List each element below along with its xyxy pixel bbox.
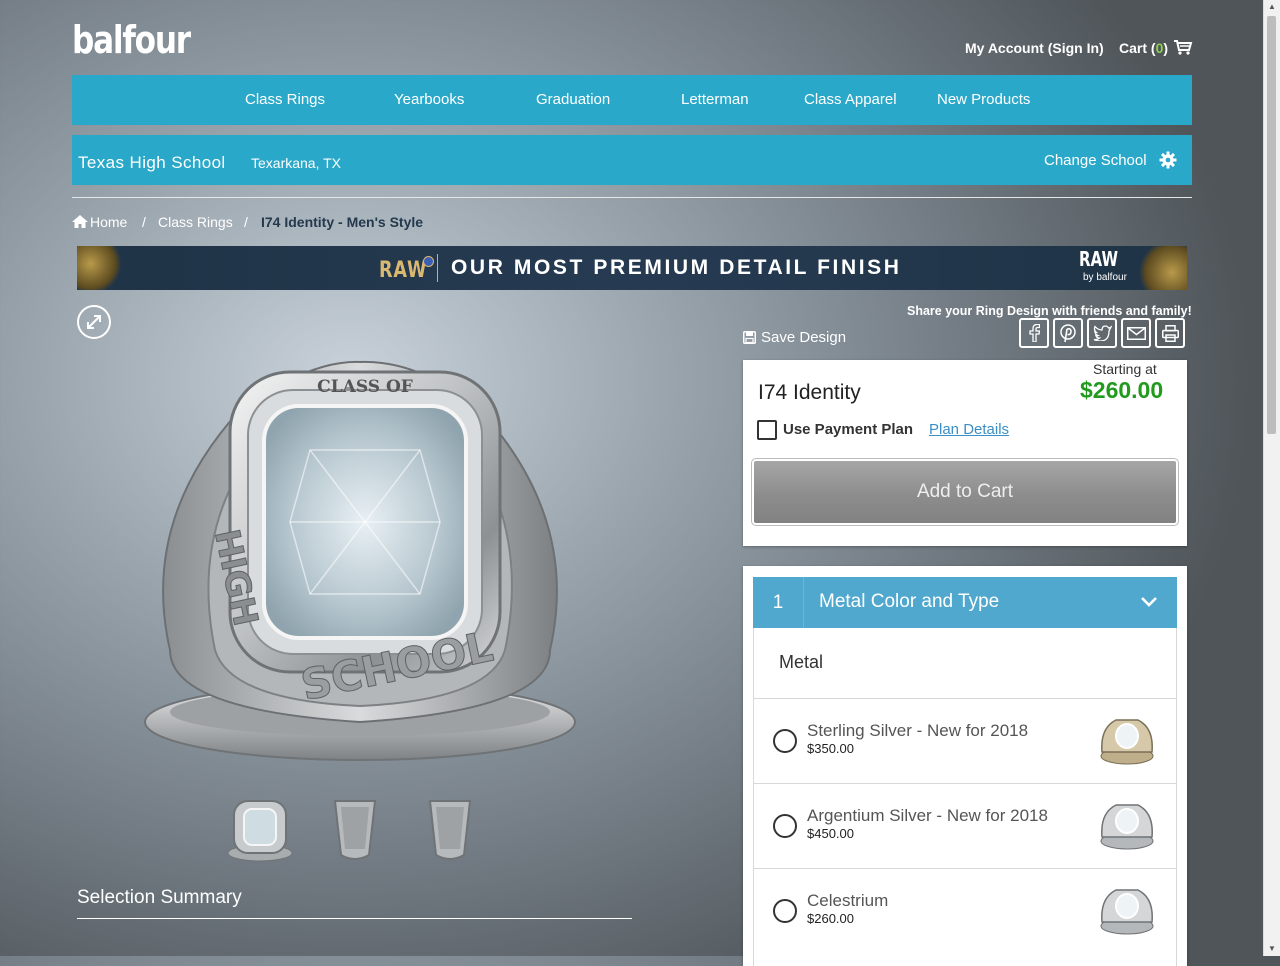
option-divider [754, 698, 1176, 699]
gear-icon[interactable] [1159, 151, 1177, 169]
ring-thumbnail-front[interactable] [222, 795, 298, 865]
share-facebook-button[interactable] [1019, 318, 1049, 348]
banner-divider [437, 254, 438, 282]
nav-graduation[interactable]: Graduation [536, 91, 610, 108]
banner-brand-raw: RAW [1079, 247, 1119, 271]
step-number: 1 [772, 592, 784, 613]
school-bar: Texas High School Texarkana, TX Change S… [72, 135, 1192, 185]
expand-view-button[interactable] [77, 305, 111, 339]
nav-class-rings[interactable]: Class Rings [245, 91, 325, 108]
add-to-cart-button[interactable]: Add to Cart [751, 458, 1179, 526]
share-prompt: Share your Ring Design with friends and … [907, 304, 1192, 318]
expand-arrows-icon [87, 315, 101, 329]
share-twitter-button[interactable] [1087, 318, 1117, 348]
ring-thumbnail-right-side[interactable] [412, 795, 488, 865]
selection-summary-title: Selection Summary [77, 887, 242, 908]
page-scrollbar[interactable]: ▲ ▼ [1263, 0, 1280, 956]
banner-texture-left [77, 246, 122, 290]
metal-thumbnail-celestrium [1100, 889, 1154, 935]
step-number-divider [803, 577, 804, 628]
nav-yearbooks[interactable]: Yearbooks [394, 91, 464, 108]
banner-texture-right [1137, 246, 1187, 290]
breadcrumb-class-rings[interactable]: Class Rings [158, 214, 233, 230]
metal-radio-sterling-silver[interactable] [773, 729, 797, 753]
cart-link[interactable]: Cart (0) [1119, 40, 1168, 56]
email-icon [1127, 327, 1146, 340]
ring-class-of-text: CLASS OF [317, 377, 413, 397]
metal-radio-argentium-silver[interactable] [773, 814, 797, 838]
cart-icon[interactable] [1173, 39, 1193, 55]
metal-thumbnail-argentium-silver [1100, 804, 1154, 850]
breadcrumb-current: I74 Identity - Men's Style [261, 214, 424, 230]
ring-main-image[interactable]: CLASS OF SCHOOL HIGH [130, 350, 590, 770]
product-name: I74 Identity [758, 381, 861, 404]
header-divider [72, 197, 1192, 198]
metal-option-price: $260.00 [807, 911, 854, 926]
raw-finish-banner[interactable]: RAW OUR MOST PREMIUM DETAIL FINISH RAW b… [77, 246, 1187, 290]
product-card: I74 Identity Starting at $260.00 Use Pay… [743, 360, 1187, 546]
payment-plan-label[interactable]: Use Payment Plan [783, 421, 913, 438]
payment-plan-checkbox[interactable] [757, 420, 777, 440]
metal-section-label: Metal [779, 652, 824, 672]
metal-thumbnail-sterling-silver [1100, 719, 1154, 765]
selection-summary-divider [77, 918, 632, 919]
pinterest-icon [1060, 324, 1076, 343]
share-email-button[interactable] [1121, 318, 1151, 348]
share-print-button[interactable] [1155, 318, 1185, 348]
home-icon[interactable] [72, 215, 88, 228]
metal-step-header[interactable]: 1 Metal Color and Type [753, 577, 1177, 628]
metal-option-name[interactable]: Sterling Silver - New for 2018 [807, 721, 1028, 741]
nav-class-apparel[interactable]: Class Apparel [804, 91, 897, 108]
save-disk-icon[interactable] [743, 331, 756, 344]
nav-new-products[interactable]: New Products [937, 91, 1030, 108]
option-divider [754, 868, 1176, 869]
share-pinterest-button[interactable] [1053, 318, 1083, 348]
cart-label-close: ) [1163, 40, 1169, 56]
facebook-icon [1029, 324, 1040, 342]
main-nav: Class Rings Yearbooks Graduation Letterm… [72, 75, 1192, 125]
banner-gem-icon [423, 256, 434, 267]
breadcrumb-home[interactable]: Home [90, 214, 127, 230]
starting-at-label: Starting at [1093, 361, 1157, 377]
metal-option-price: $350.00 [807, 741, 854, 756]
breadcrumb-separator: / [142, 214, 146, 230]
banner-brand-sub: by balfour [1083, 272, 1127, 283]
ring-thumbnail-left-side[interactable] [317, 795, 393, 865]
metal-option-price: $450.00 [807, 826, 854, 841]
step-title: Metal Color and Type [819, 591, 1000, 612]
option-divider [754, 783, 1176, 784]
scrollbar-thumb[interactable] [1267, 16, 1276, 434]
school-name: Texas High School [78, 153, 226, 172]
metal-option-name[interactable]: Argentium Silver - New for 2018 [807, 806, 1048, 826]
balfour-logo[interactable]: balfour [72, 18, 191, 62]
print-icon [1162, 325, 1179, 342]
product-price: $260.00 [1080, 377, 1164, 403]
banner-raw-mark: RAW [379, 258, 428, 283]
save-design-button[interactable]: Save Design [761, 329, 846, 346]
plan-details-link[interactable]: Plan Details [929, 421, 1009, 438]
nav-letterman[interactable]: Letterman [681, 91, 749, 108]
breadcrumb-separator: / [244, 214, 248, 230]
change-school-link[interactable]: Change School [1044, 152, 1147, 169]
scroll-down-arrow-icon[interactable]: ▼ [1264, 942, 1280, 956]
school-location: Texarkana, TX [251, 155, 342, 171]
banner-tagline: OUR MOST PREMIUM DETAIL FINISH [451, 256, 902, 279]
cart-label: Cart ( [1119, 40, 1156, 56]
twitter-icon [1093, 325, 1112, 341]
ring-options-panel: 1 Metal Color and Type Metal Sterling Si… [743, 566, 1187, 966]
my-account-link[interactable]: My Account (Sign In) [965, 40, 1104, 56]
scroll-up-arrow-icon[interactable]: ▲ [1264, 0, 1280, 14]
metal-radio-celestrium[interactable] [773, 899, 797, 923]
metal-option-name[interactable]: Celestrium [807, 891, 888, 911]
chevron-down-icon[interactable] [1140, 595, 1158, 609]
